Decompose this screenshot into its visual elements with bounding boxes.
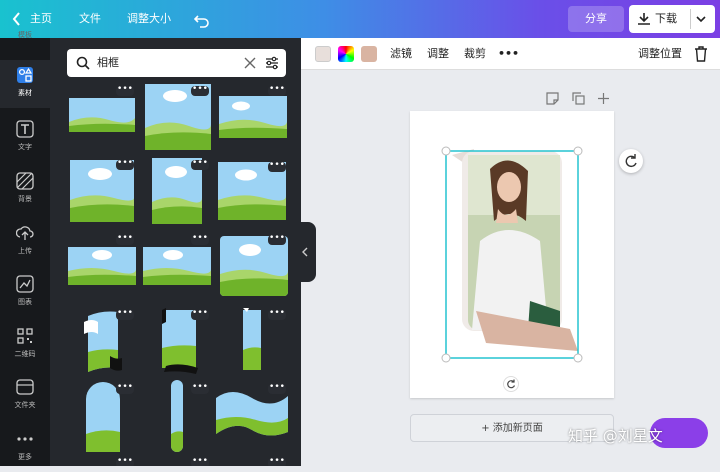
more-options-button[interactable]: ••• [268, 309, 286, 320]
design-page[interactable] [410, 111, 614, 398]
rail-item-chart[interactable]: 图表 [0, 269, 50, 317]
download-icon [637, 12, 651, 29]
download-divider [690, 9, 691, 29]
search-input[interactable]: 相框 [97, 49, 119, 77]
share-button[interactable]: 分享 [568, 6, 624, 32]
rail-item-more[interactable]: 更多 [0, 424, 50, 472]
rotate-icon[interactable] [619, 149, 643, 173]
color-swatch[interactable] [361, 46, 377, 62]
search-box[interactable]: 相框 [67, 49, 286, 77]
clear-icon[interactable] [244, 57, 256, 72]
undo-icon[interactable] [193, 0, 210, 38]
more-options-button[interactable]: ••• [268, 234, 286, 245]
text-icon [16, 120, 34, 138]
frame-thumbnail[interactable] [171, 380, 183, 452]
rail-item-qrcode[interactable]: 二维码 [0, 321, 50, 369]
rail-item-background[interactable]: 背景 [0, 166, 50, 214]
left-rail: 模板 素材 文字 背景 上传 图表 二维码 文件夹 更多 [0, 31, 50, 466]
more-options-button[interactable]: ••• [116, 383, 134, 394]
more-options-button[interactable]: ••• [116, 85, 134, 96]
crop-button[interactable]: 裁剪 [464, 38, 486, 70]
note-icon[interactable] [546, 92, 559, 108]
rail-item-template[interactable]: 模板 [0, 26, 50, 46]
frame-thumbnail[interactable] [240, 308, 264, 374]
more-options-button[interactable]: ••• [191, 309, 209, 320]
more-options-button[interactable]: ••• [268, 161, 286, 172]
more-options-button[interactable]: ••• [116, 309, 134, 320]
more-options-button[interactable]: ••• [116, 457, 134, 466]
frame-thumbnail[interactable] [143, 247, 211, 285]
more-options-button[interactable]: ••• [191, 234, 209, 245]
more-options-button[interactable]: ••• [268, 383, 286, 394]
background-icon [16, 172, 34, 190]
more-options-button[interactable]: ••• [116, 234, 134, 245]
more-options-button[interactable]: ••• [191, 159, 209, 170]
rail-item-folder[interactable]: 文件夹 [0, 372, 50, 420]
more-options-button[interactable]: ••• [268, 457, 286, 466]
color-picker-icon[interactable] [338, 46, 354, 62]
edit-toolbar: 滤镜 调整 裁剪 ••• 调整位置 [301, 38, 720, 70]
qrcode-icon [16, 327, 34, 345]
search-icon [76, 56, 90, 73]
chevron-down-icon[interactable] [695, 14, 707, 27]
top-bar: 主页 文件 调整大小 分享 下载 [0, 0, 720, 38]
filter-button[interactable]: 滤镜 [390, 38, 412, 70]
add-icon[interactable] [597, 92, 610, 108]
more-options-button[interactable]: ••• [268, 85, 286, 96]
color-swatch[interactable] [315, 46, 331, 62]
frame-thumbnail[interactable] [220, 236, 288, 296]
upload-icon [15, 224, 34, 242]
download-button[interactable]: 下载 [629, 5, 715, 33]
download-label: 下载 [655, 12, 677, 25]
chart-icon [16, 275, 34, 293]
elements-panel: 相框 ••• ••• ••• ••• ••• ••• ••• ••• ••• •… [50, 38, 301, 466]
adjust-button[interactable]: 调整 [427, 38, 449, 70]
more-options-button[interactable]: ••• [191, 457, 209, 466]
more-options-button[interactable]: ••• [191, 85, 209, 96]
rail-item-text[interactable]: 文字 [0, 114, 50, 162]
filter-settings-icon[interactable] [265, 56, 279, 73]
resize-menu[interactable]: 调整大小 [127, 0, 171, 38]
more-tools-button[interactable]: ••• [498, 38, 519, 70]
rail-item-upload[interactable]: 上传 [0, 218, 50, 266]
more-icon [16, 430, 34, 448]
more-options-button[interactable]: ••• [116, 159, 134, 170]
trash-icon[interactable] [694, 46, 708, 65]
duplicate-icon[interactable] [572, 92, 585, 108]
refresh-icon[interactable] [503, 376, 519, 392]
position-button[interactable]: 调整位置 [638, 38, 682, 70]
elements-icon [16, 66, 34, 84]
folder-icon [16, 378, 34, 396]
file-menu[interactable]: 文件 [79, 0, 101, 38]
panel-collapse-button[interactable] [294, 222, 316, 282]
frame-thumbnail[interactable] [69, 98, 135, 132]
more-options-button[interactable]: ••• [191, 383, 209, 394]
watermark-text: 知乎 @刘星文 [568, 427, 663, 445]
frame-thumbnail[interactable] [68, 247, 136, 285]
rail-item-elements[interactable]: 素材 [0, 60, 50, 108]
frame-thumbnail[interactable] [86, 382, 120, 452]
frame-thumbnail[interactable] [219, 96, 287, 138]
